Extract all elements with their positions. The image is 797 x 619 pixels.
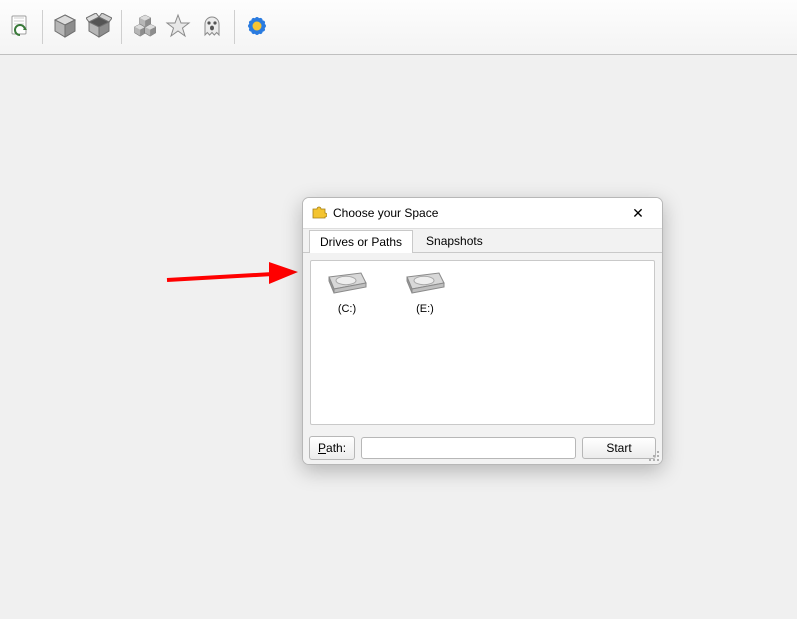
settings-button[interactable] [241, 11, 273, 43]
path-button[interactable]: Path: [309, 436, 355, 460]
dialog-title: Choose your Space [333, 206, 620, 220]
choose-space-dialog: Choose your Space ✕ Drives or Paths Snap… [302, 197, 663, 465]
path-mnemonic: P [318, 441, 326, 455]
tab-drives-or-paths[interactable]: Drives or Paths [309, 230, 413, 253]
close-icon: ✕ [632, 205, 644, 222]
dialog-titlebar[interactable]: Choose your Space ✕ [303, 198, 662, 228]
path-label-rest: ath: [326, 441, 346, 455]
ghost-icon [200, 13, 224, 42]
tab-snapshots[interactable]: Snapshots [415, 229, 494, 252]
ghost-button[interactable] [196, 11, 228, 43]
flower-gear-icon [243, 12, 271, 43]
drive-list: (C:) (E:) [310, 260, 655, 425]
start-button[interactable]: Start [582, 437, 656, 459]
main-toolbar [0, 0, 797, 55]
resize-grip-icon[interactable] [648, 450, 660, 462]
dialog-body: (C:) (E:) [303, 253, 662, 432]
cube-open-icon [86, 13, 112, 42]
toolbar-separator [42, 10, 43, 44]
cube-group-button[interactable] [128, 11, 160, 43]
favorite-button[interactable] [162, 11, 194, 43]
dialog-tabs: Drives or Paths Snapshots [303, 228, 662, 253]
drive-label: (C:) [317, 303, 377, 315]
toolbar-separator [121, 10, 122, 44]
cube-icon [52, 13, 78, 42]
cube-button[interactable] [49, 11, 81, 43]
toolbar-separator [234, 10, 235, 44]
hard-drive-icon [403, 288, 447, 300]
path-input[interactable] [361, 437, 576, 459]
cube-open-button[interactable] [83, 11, 115, 43]
dialog-close-button[interactable]: ✕ [620, 202, 656, 224]
puzzle-icon [311, 204, 327, 223]
dialog-footer: Path: Start [303, 432, 662, 464]
drive-item-c[interactable]: (C:) [317, 267, 377, 315]
cube-group-icon [131, 13, 157, 42]
drive-item-e[interactable]: (E:) [395, 267, 455, 315]
refresh-icon [9, 14, 31, 41]
refresh-button[interactable] [4, 11, 36, 43]
annotation-arrow-icon [163, 255, 303, 305]
drive-label: (E:) [395, 303, 455, 315]
hard-drive-icon [325, 288, 369, 300]
star-icon [165, 13, 191, 42]
